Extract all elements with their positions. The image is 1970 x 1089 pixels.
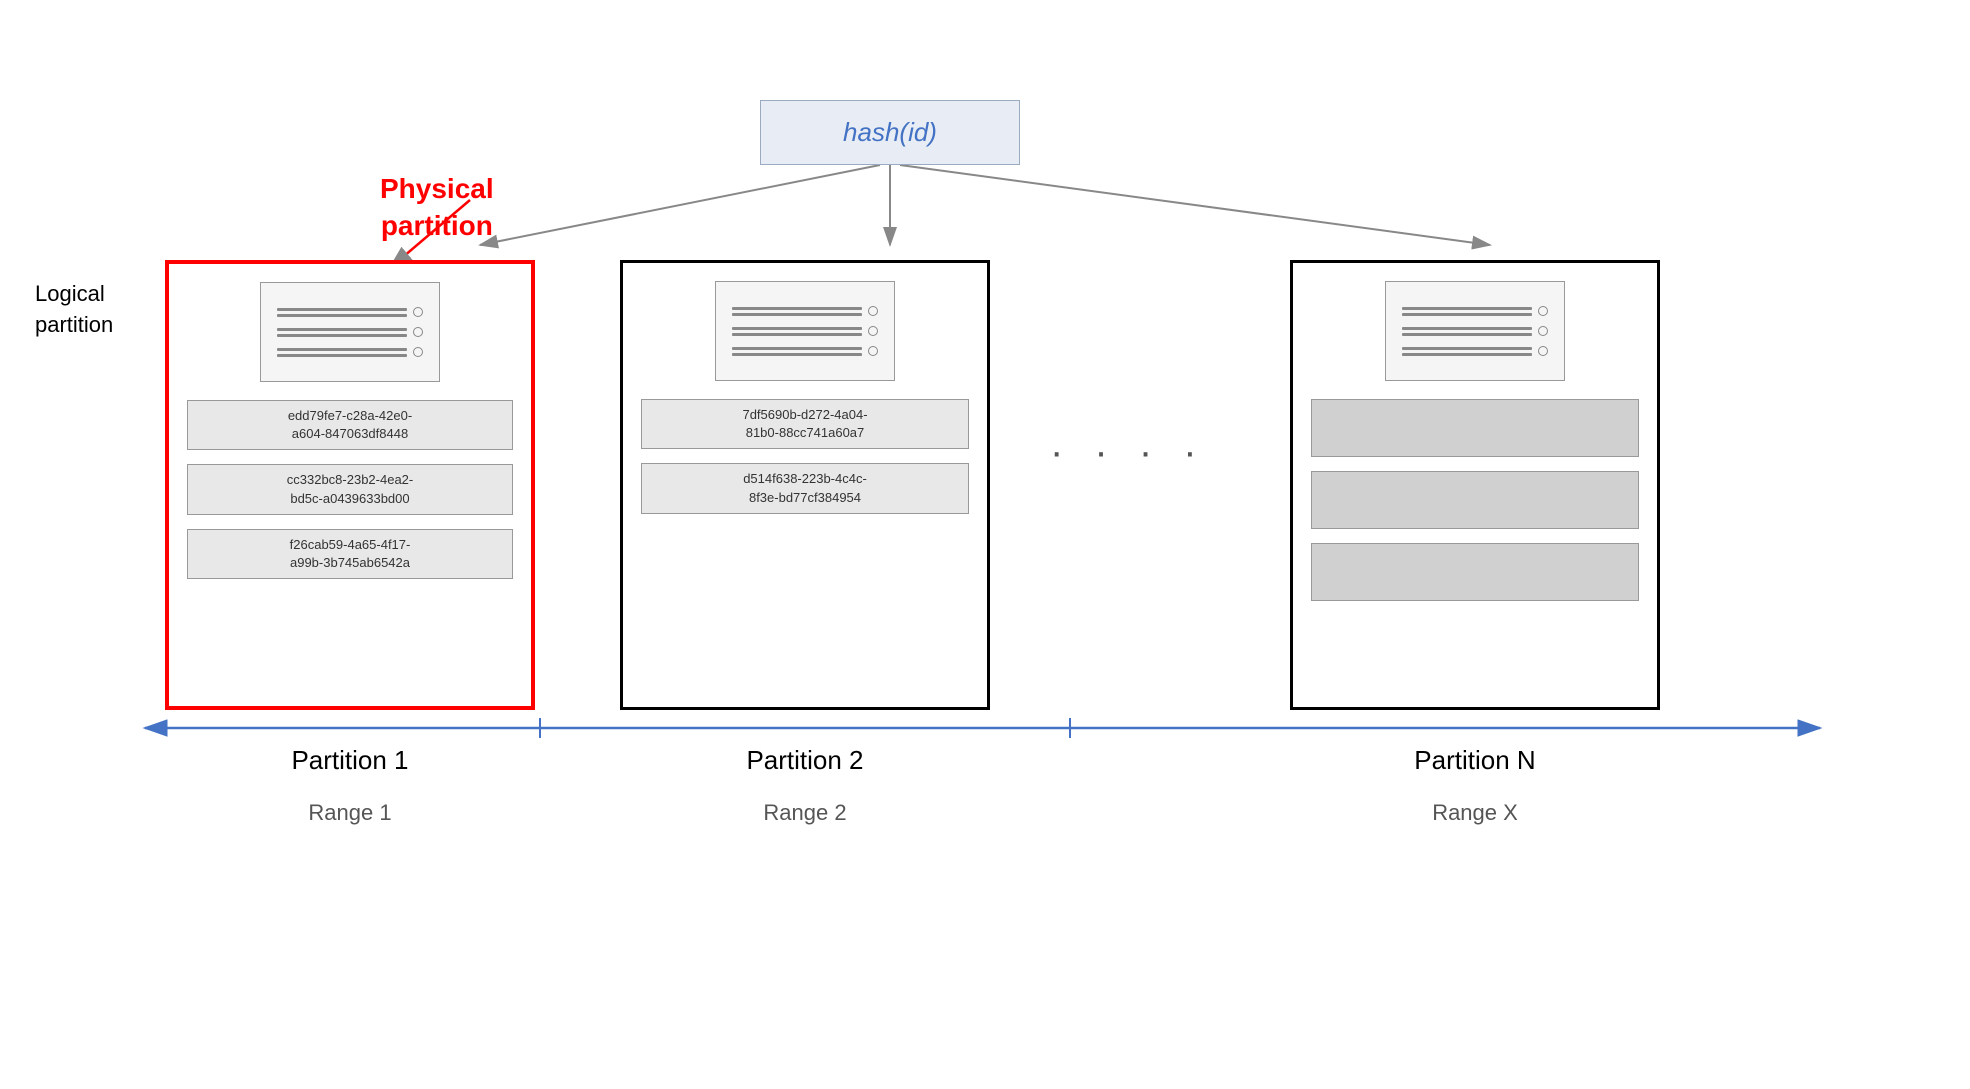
record-p2-2: d514f638-223b-4c4c- 8f3e-bd77cf384954 (641, 463, 969, 513)
logical-partition-label: Logical partition (35, 248, 113, 340)
range-2-label: Range 2 (620, 800, 990, 826)
range-1-label: Range 1 (165, 800, 535, 826)
record-p1-1: edd79fe7-c28a-42e0- a604-847063df8448 (187, 400, 513, 450)
record-pn-2 (1311, 471, 1639, 529)
record-p1-2: cc332bc8-23b2-4ea2- bd5c-a0439633bd00 (187, 464, 513, 514)
partition-2-box: 7df5690b-d272-4a04- 81b0-88cc741a60a7 d5… (620, 260, 990, 710)
record-p1-3: f26cab59-4a65-4f17- a99b-3b745ab6542a (187, 529, 513, 579)
partition-n-label: Partition N (1290, 745, 1660, 776)
diagram: hash(id) Physical partition Logical part… (0, 0, 1970, 1089)
server-icon-pn (1385, 281, 1565, 381)
server-icon-p1 (260, 282, 440, 382)
hash-label: hash(id) (843, 117, 937, 148)
partition-n-box (1290, 260, 1660, 710)
record-p2-1: 7df5690b-d272-4a04- 81b0-88cc741a60a7 (641, 399, 969, 449)
record-pn-3 (1311, 543, 1639, 601)
record-pn-1 (1311, 399, 1639, 457)
dots-separator: · · · · (1050, 430, 1207, 475)
server-icon-p2 (715, 281, 895, 381)
range-x-label: Range X (1290, 800, 1660, 826)
physical-partition-label: Physical partition (380, 135, 494, 244)
hash-box: hash(id) (760, 100, 1020, 165)
partition-1-box: edd79fe7-c28a-42e0- a604-847063df8448 cc… (165, 260, 535, 710)
partition-2-label: Partition 2 (620, 745, 990, 776)
partition-1-label: Partition 1 (165, 745, 535, 776)
